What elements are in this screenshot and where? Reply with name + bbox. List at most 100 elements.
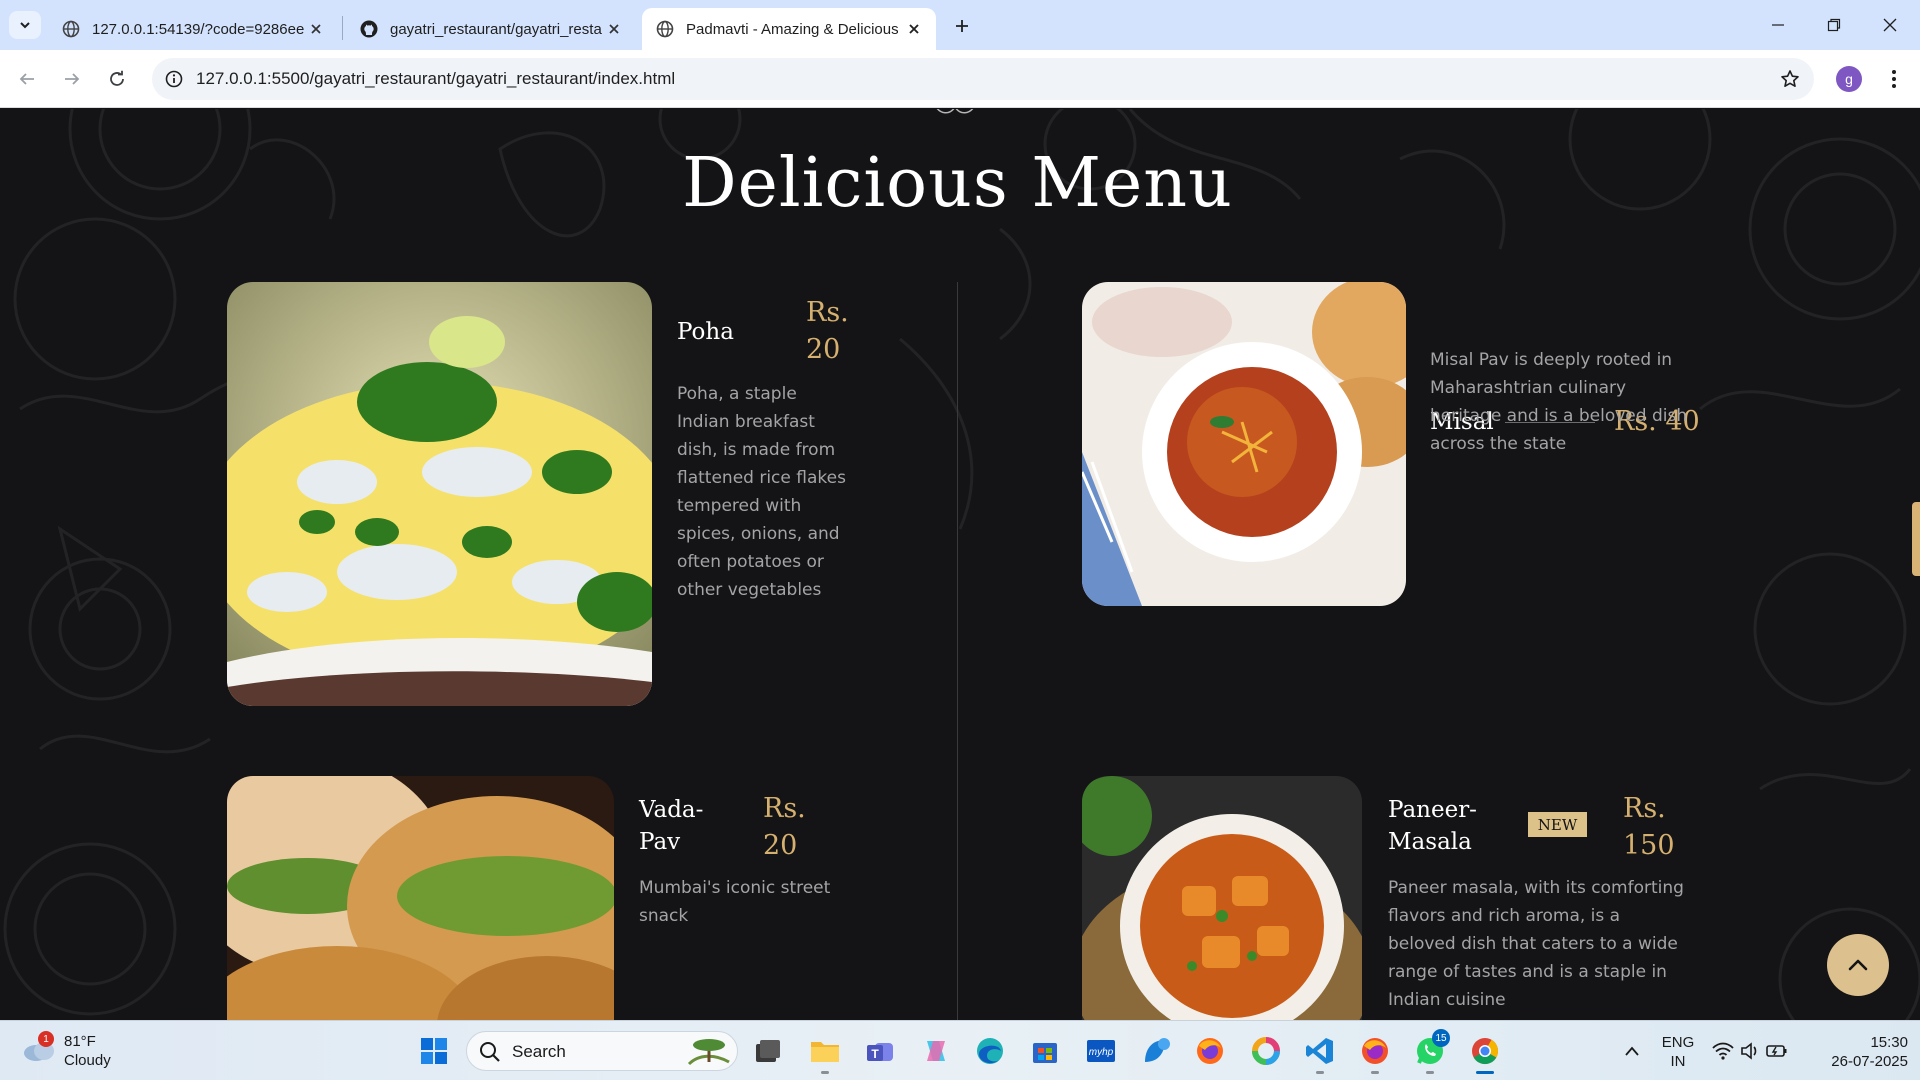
dish-price: Rs. 20 xyxy=(763,793,806,861)
vscode-button[interactable] xyxy=(1302,1033,1338,1069)
svg-text:myhp: myhp xyxy=(1089,1047,1114,1058)
quick-assist-button[interactable] xyxy=(1138,1033,1174,1069)
teams-icon: T xyxy=(867,1043,893,1061)
task-view-icon xyxy=(756,1040,780,1062)
url-text[interactable]: 127.0.0.1:5500/gayatri_restaurant/gayatr… xyxy=(196,69,675,89)
tab-separator xyxy=(342,16,343,40)
browser-toolbar: 127.0.0.1:5500/gayatri_restaurant/gayatr… xyxy=(0,50,1920,108)
restore-button[interactable] xyxy=(1806,0,1862,50)
close-icon xyxy=(1883,18,1897,32)
tab-title: 127.0.0.1:54139/?code=9286ee xyxy=(92,20,304,38)
file-explorer-button[interactable] xyxy=(807,1033,843,1069)
store-button[interactable] xyxy=(1027,1033,1063,1069)
dish-price: Rs. 150 xyxy=(1623,793,1675,861)
windows-taskbar: 1 81°F Cloudy Search T myhp 15 ENG IN 15… xyxy=(0,1020,1920,1080)
reload-icon xyxy=(110,70,124,86)
teams-button[interactable]: T xyxy=(862,1033,898,1069)
back-to-top-button[interactable] xyxy=(1827,934,1889,996)
close-tab-icon[interactable] xyxy=(604,19,624,39)
search-icon xyxy=(480,1042,500,1062)
search-label: Search xyxy=(512,1042,566,1061)
firefox-button[interactable] xyxy=(1192,1033,1228,1069)
chevron-up-icon xyxy=(1625,1046,1639,1056)
system-tray-status[interactable] xyxy=(1710,1033,1790,1069)
address-bar[interactable]: 127.0.0.1:5500/gayatri_restaurant/gayatr… xyxy=(152,58,1814,100)
taskbar-search[interactable]: Search xyxy=(466,1031,738,1071)
globe-icon xyxy=(62,20,80,38)
dish-description: Poha, a staple Indian breakfast dish, is… xyxy=(677,384,846,600)
svg-text:T: T xyxy=(871,1047,879,1061)
firefox-dev-button[interactable] xyxy=(1357,1033,1393,1069)
quick-assist-icon xyxy=(1145,1038,1170,1062)
clock[interactable]: 15:30 26-07-2025 xyxy=(1808,1033,1908,1071)
arrow-right-icon xyxy=(65,73,80,85)
chevron-up-icon xyxy=(1848,959,1868,971)
task-view-button[interactable] xyxy=(750,1033,786,1069)
column-divider xyxy=(957,282,958,1020)
tab-github[interactable]: gayatri_restaurant/gayatri_resta xyxy=(346,8,636,50)
active-app-indicator xyxy=(1476,1071,1494,1074)
title-ornament xyxy=(936,109,974,114)
close-tab-icon[interactable] xyxy=(904,19,924,39)
running-indicator xyxy=(1316,1071,1324,1074)
volume-icon xyxy=(1741,1042,1757,1060)
menu-section: Delicious Menu Poha Rs. 20 Poha, a stapl… xyxy=(0,109,1920,1020)
chrome-icon xyxy=(1472,1038,1499,1065)
back-button[interactable] xyxy=(11,63,43,95)
close-window-button[interactable] xyxy=(1862,0,1918,50)
scrollbar-thumb[interactable] xyxy=(1912,502,1920,576)
dish-description: Mumbai's iconic street snack xyxy=(639,878,831,926)
tab-localhost-code[interactable]: 127.0.0.1:54139/?code=9286ee xyxy=(48,8,338,50)
copilot-icon xyxy=(927,1041,945,1061)
clock-time: 15:30 xyxy=(1870,1034,1908,1051)
language-indicator[interactable]: ENG IN xyxy=(1658,1033,1698,1071)
site-info-icon[interactable] xyxy=(162,67,186,91)
edge-button[interactable] xyxy=(972,1033,1008,1069)
clock-date: 26-07-2025 xyxy=(1831,1053,1908,1070)
myhp-icon: myhp xyxy=(1087,1040,1115,1062)
vada-pav-image xyxy=(227,776,614,1020)
poha-image xyxy=(227,282,652,706)
reload-button[interactable] xyxy=(101,63,133,95)
myhp-button[interactable]: myhp xyxy=(1083,1033,1119,1069)
close-tab-icon[interactable] xyxy=(306,19,326,39)
language-line2: IN xyxy=(1670,1053,1686,1070)
dish-name: Paneer-Masala xyxy=(1388,797,1477,855)
browser-tab-strip: 127.0.0.1:54139/?code=9286ee gayatri_res… xyxy=(0,0,1920,50)
weather-temp: 81°F xyxy=(64,1033,96,1050)
browser-menu-button[interactable] xyxy=(1880,64,1908,94)
weather-condition: Cloudy xyxy=(64,1052,111,1069)
minimize-button[interactable] xyxy=(1750,0,1806,50)
copilot-button[interactable] xyxy=(918,1033,954,1069)
chevron-down-icon xyxy=(20,22,30,29)
new-badge: NEW xyxy=(1528,812,1587,837)
firefox-icon xyxy=(1362,1038,1388,1064)
dish-description: Misal Pav is deeply rooted in Maharashtr… xyxy=(1430,350,1688,454)
running-indicator xyxy=(1371,1071,1379,1074)
bookmark-star-icon[interactable] xyxy=(1778,67,1802,91)
firefox-icon xyxy=(1197,1038,1223,1064)
tab-padmavti[interactable]: Padmavti - Amazing & Delicious xyxy=(642,8,936,50)
tab-title: gayatri_restaurant/gayatri_resta xyxy=(390,20,602,38)
misal-image xyxy=(1082,282,1406,606)
colorful-ring-icon xyxy=(1252,1037,1280,1065)
start-button[interactable] xyxy=(416,1033,452,1069)
dish-price: Rs. 20 xyxy=(806,297,849,365)
store-icon xyxy=(1033,1043,1057,1063)
running-indicator xyxy=(1426,1071,1434,1074)
new-tab-button[interactable] xyxy=(948,12,976,40)
profile-avatar[interactable]: g xyxy=(1836,66,1862,92)
battery-icon xyxy=(1766,1045,1787,1057)
tab-title: Padmavti - Amazing & Delicious xyxy=(686,20,898,38)
weather-widget[interactable]: 1 81°F Cloudy xyxy=(20,1031,160,1073)
chrome-button[interactable] xyxy=(1467,1033,1503,1069)
weather-badge: 1 xyxy=(38,1031,54,1047)
forward-button[interactable] xyxy=(56,63,88,95)
tab-search-button[interactable] xyxy=(9,11,41,39)
photos-button[interactable] xyxy=(1248,1033,1284,1069)
whatsapp-badge: 15 xyxy=(1432,1029,1450,1047)
globe-icon xyxy=(656,20,674,38)
show-hidden-icons-button[interactable] xyxy=(1614,1033,1650,1069)
more-vertical-icon xyxy=(1892,70,1896,88)
edge-icon xyxy=(977,1038,1003,1064)
